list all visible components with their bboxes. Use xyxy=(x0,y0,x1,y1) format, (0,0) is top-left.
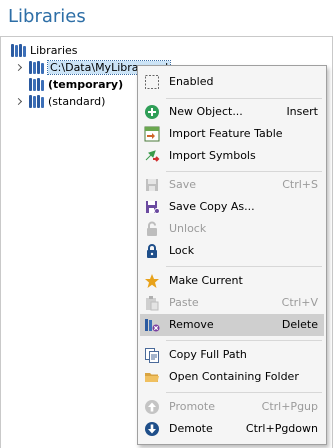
menu-item-shortcut: Ctrl+Pgdown xyxy=(245,422,318,435)
menu-item-make-current[interactable]: Make Current xyxy=(140,270,324,292)
menu-item-promote[interactable]: Promote Ctrl+Pgup xyxy=(140,396,324,418)
library-icon xyxy=(29,95,45,108)
menu-item-label: Unlock xyxy=(169,222,207,235)
libraries-icon xyxy=(11,44,27,57)
library-icon xyxy=(29,61,45,74)
menu-separator xyxy=(166,98,322,99)
menu-item-label: Open Containing Folder xyxy=(169,370,299,383)
arrow-up-circle-icon xyxy=(144,399,160,415)
menu-item-label: Save xyxy=(169,178,197,191)
menu-separator xyxy=(166,171,322,172)
expand-chevron-icon[interactable] xyxy=(14,63,24,73)
menu-item-unlock[interactable]: Unlock xyxy=(140,218,324,240)
import-symbols-icon xyxy=(144,148,160,164)
menu-item-save[interactable]: Save Ctrl+S xyxy=(140,174,324,196)
save-icon xyxy=(144,177,160,193)
panel-header: Libraries xyxy=(0,0,334,36)
unlock-icon xyxy=(144,221,160,237)
expand-chevron-icon[interactable] xyxy=(14,97,24,107)
menu-separator xyxy=(166,340,322,341)
menu-item-new-object[interactable]: New Object... Insert xyxy=(140,101,324,123)
menu-item-enabled[interactable]: Enabled xyxy=(140,71,324,93)
folder-icon xyxy=(144,369,160,385)
menu-item-label: Paste xyxy=(169,296,199,309)
menu-item-shortcut: Insert xyxy=(286,105,318,118)
menu-item-shortcut: Ctrl+V xyxy=(281,296,318,309)
menu-item-paste[interactable]: Paste Ctrl+V xyxy=(140,292,324,314)
import-table-icon xyxy=(144,126,160,142)
menu-item-save-copy-as[interactable]: Save Copy As... xyxy=(140,196,324,218)
lock-icon xyxy=(144,243,160,259)
menu-item-demote[interactable]: Demote Ctrl+Pgdown xyxy=(140,418,324,440)
menu-item-label: Copy Full Path xyxy=(169,348,247,361)
tree-item-standard[interactable]: (standard) xyxy=(14,93,105,110)
menu-item-import-feature-table[interactable]: Import Feature Table xyxy=(140,123,324,145)
add-circle-icon xyxy=(144,104,160,120)
menu-item-label: Import Symbols xyxy=(169,149,256,162)
tree-item-label: (standard) xyxy=(48,95,106,108)
remove-library-icon xyxy=(144,317,160,333)
arrow-down-circle-icon xyxy=(144,421,160,437)
menu-item-copy-full-path[interactable]: Copy Full Path xyxy=(140,344,324,366)
checkbox-dashed-icon xyxy=(144,74,160,90)
context-menu: Enabled New Object... Insert Import Feat… xyxy=(137,65,327,445)
star-icon xyxy=(144,273,160,289)
menu-item-remove[interactable]: Remove Delete xyxy=(140,314,324,336)
menu-item-label: Enabled xyxy=(169,75,214,88)
menu-item-shortcut: Ctrl+Pgup xyxy=(261,400,318,413)
menu-item-label: Promote xyxy=(169,400,215,413)
tree-root-label: Libraries xyxy=(30,44,78,57)
copy-path-icon xyxy=(144,347,160,363)
save-copy-icon xyxy=(144,199,160,215)
menu-item-shortcut: Ctrl+S xyxy=(282,178,318,191)
menu-item-label: Import Feature Table xyxy=(169,127,283,140)
tree-item-temporary[interactable]: (temporary) xyxy=(29,76,123,93)
tree-root[interactable]: Libraries xyxy=(11,42,78,59)
menu-item-open-containing-folder[interactable]: Open Containing Folder xyxy=(140,366,324,388)
menu-item-label: Make Current xyxy=(169,274,243,287)
menu-item-label: Remove xyxy=(169,318,214,331)
menu-separator xyxy=(166,392,322,393)
menu-item-label: New Object... xyxy=(169,105,243,118)
menu-item-label: Demote xyxy=(169,422,213,435)
menu-item-import-symbols[interactable]: Import Symbols xyxy=(140,145,324,167)
panel-title: Libraries xyxy=(8,6,86,27)
menu-item-label: Save Copy As... xyxy=(169,200,255,213)
tree-item-label: (temporary) xyxy=(48,78,124,91)
library-icon xyxy=(29,78,45,91)
menu-item-label: Lock xyxy=(169,244,195,257)
paste-icon xyxy=(144,295,160,311)
menu-item-shortcut: Delete xyxy=(281,318,318,331)
menu-separator xyxy=(166,266,322,267)
menu-item-lock[interactable]: Lock xyxy=(140,240,324,262)
